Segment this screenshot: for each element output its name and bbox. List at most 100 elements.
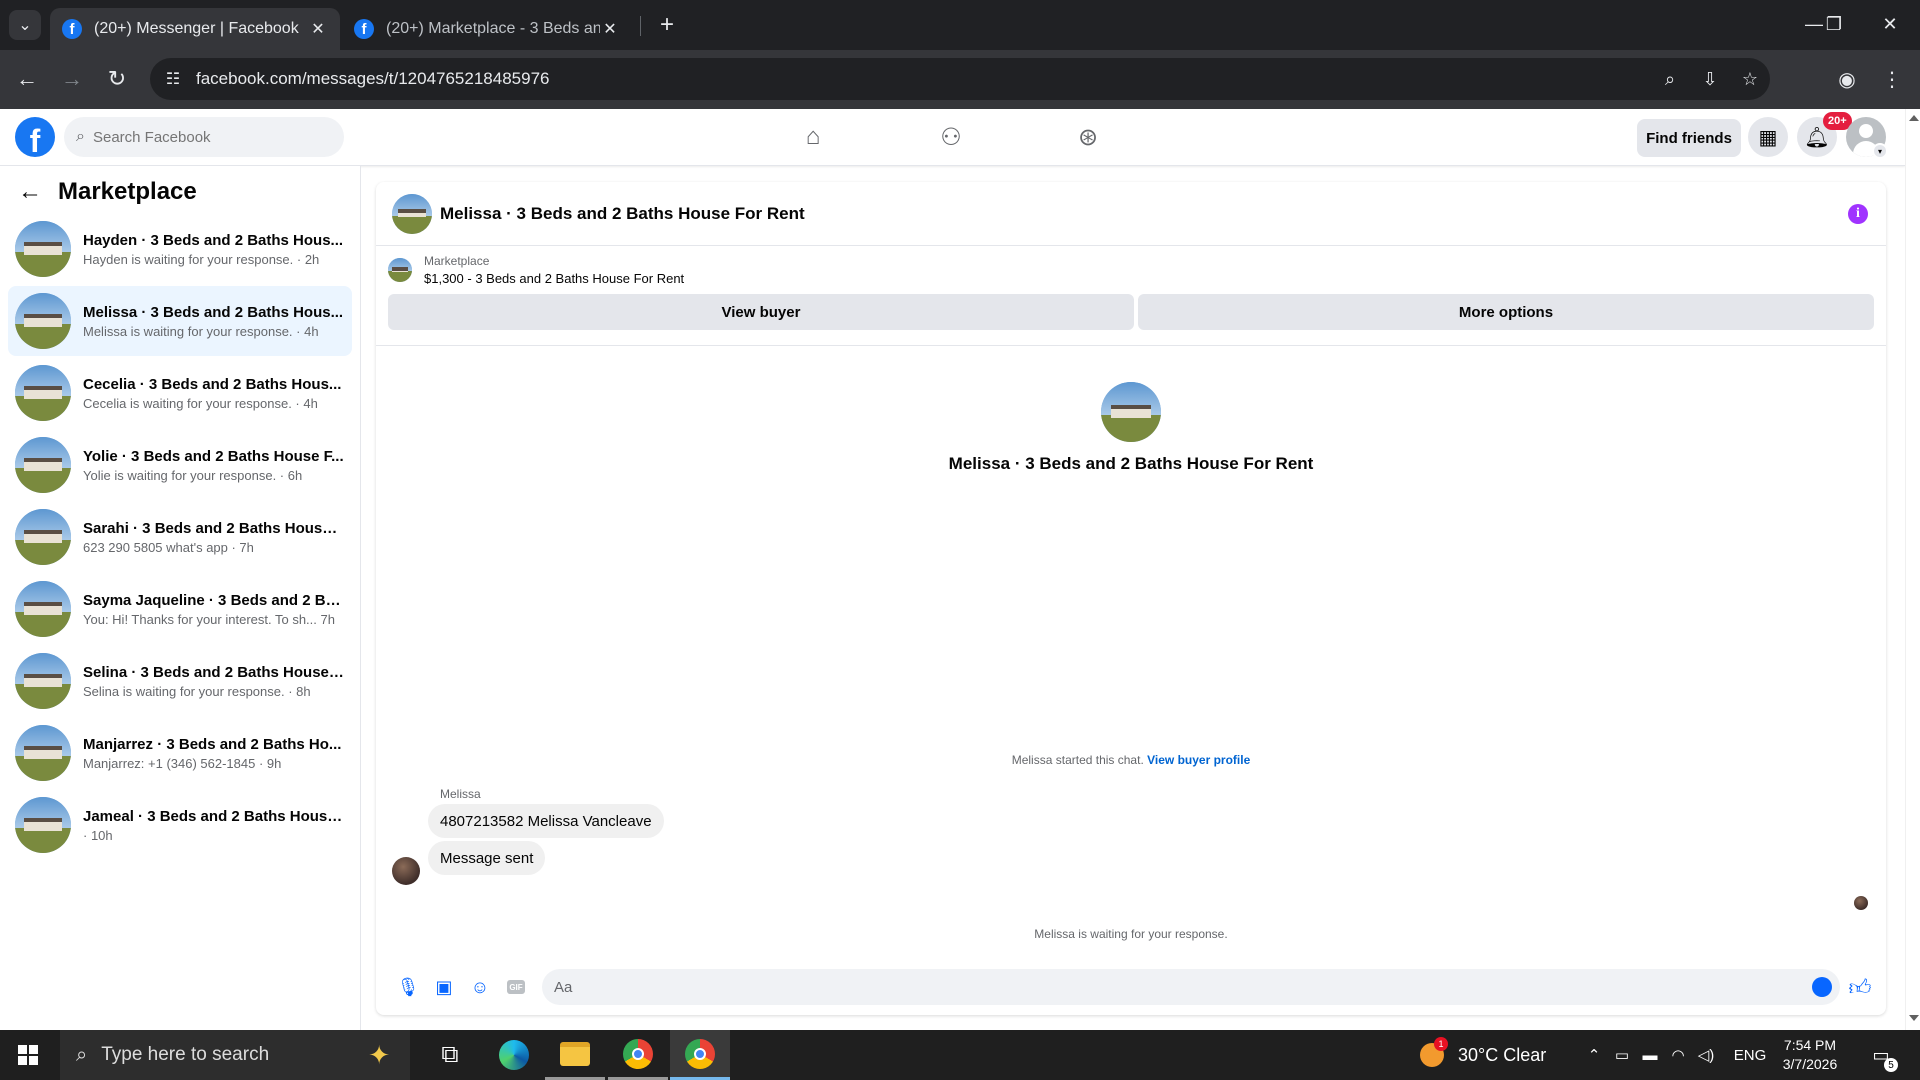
address-bar[interactable]: ☷ facebook.com/messages/t/12047652184859… (150, 58, 1770, 100)
wifi-icon[interactable]: ◠ (1664, 1046, 1692, 1064)
conversation-sidebar: ← Marketplace Hayden · 3 Beds and 2 Bath… (0, 166, 361, 1030)
waiting-notice: Melissa is waiting for your response. (1034, 927, 1228, 941)
maximize-button[interactable]: ❐ (1804, 0, 1864, 48)
conversation-name: Hayden · 3 Beds and 2 Baths Hous... (83, 231, 344, 249)
weather-sun-icon: 1 (1420, 1037, 1448, 1067)
system-tray: ⌃ ▭ ▬ ◠ ◁) ENG (1580, 1030, 1780, 1080)
microphone-icon[interactable]: 🎙︎ (390, 969, 426, 1005)
listing-thumbnail (15, 653, 71, 709)
forward-arrow-icon[interactable]: → (55, 62, 89, 96)
edge-browser-icon[interactable] (484, 1030, 544, 1080)
listing-large-thumbnail (1101, 382, 1161, 442)
more-options-button[interactable]: More options (1138, 294, 1874, 330)
sticker-icon[interactable]: ☺ (462, 969, 498, 1005)
chevron-down-icon[interactable]: ▾ (1872, 143, 1888, 159)
conversation-item[interactable]: Sarahi · 3 Beds and 2 Baths House ... 623… (8, 502, 352, 572)
browser-tab-messenger[interactable]: f (20+) Messenger | Facebook ✕ (50, 8, 340, 50)
emoji-icon[interactable] (1812, 977, 1832, 997)
friends-icon[interactable]: ⚇ (928, 115, 974, 159)
message-input[interactable]: Aa (542, 969, 1840, 1005)
taskbar-search[interactable]: ⌕ Type here to search ✦ (60, 1030, 410, 1080)
taskbar-search-placeholder: Type here to search (101, 1044, 270, 1065)
thumbs-up-icon[interactable]: 👍︎ (1840, 974, 1880, 1001)
chat-title[interactable]: Melissa · 3 Beds and 2 Baths House For R… (440, 204, 805, 224)
photo-icon[interactable]: ▣ (426, 969, 462, 1005)
message-composer: 🎙︎ ▣ ☺ GIF Aa 👍︎ (376, 967, 1886, 1007)
find-friends-button[interactable]: Find friends (1637, 119, 1741, 157)
close-tab-icon[interactable]: ✕ (308, 19, 328, 39)
zoom-icon[interactable]: ⌕ (1650, 69, 1690, 90)
windows-start-icon[interactable] (18, 1045, 38, 1065)
back-arrow-icon[interactable]: ← (18, 178, 42, 206)
reload-icon[interactable]: ↻ (100, 62, 134, 96)
conversation-item[interactable]: Hayden · 3 Beds and 2 Baths Hous... Hayde… (8, 214, 352, 284)
conversation-item[interactable]: Cecelia · 3 Beds and 2 Baths Hous... Cece… (8, 358, 352, 428)
conversation-item[interactable]: Selina · 3 Beds and 2 Baths House ... Sel… (8, 646, 352, 716)
groups-icon[interactable]: ⊛ (1065, 115, 1111, 159)
scroll-down-icon[interactable] (1909, 1015, 1919, 1021)
conversation-item[interactable]: Manjarrez · 3 Beds and 2 Baths Ho... Manj… (8, 718, 352, 788)
view-buyer-button[interactable]: View buyer (388, 294, 1134, 330)
system-clock[interactable]: 7:54 PM 3/7/2026 (1770, 1036, 1850, 1074)
chrome-profile-a-icon[interactable] (608, 1030, 668, 1080)
search-icon: ⌕ (76, 128, 85, 145)
page-scrollbar[interactable] (1905, 109, 1920, 1030)
sender-avatar[interactable] (392, 857, 420, 885)
info-icon[interactable]: i (1848, 204, 1868, 224)
new-tab-button[interactable]: + (652, 10, 682, 40)
file-explorer-icon[interactable] (545, 1030, 605, 1080)
volume-icon[interactable]: ◁) (1692, 1046, 1720, 1064)
scroll-up-icon[interactable] (1909, 115, 1919, 121)
search-input[interactable] (92, 128, 293, 146)
url-text[interactable]: facebook.com/messages/t/1204765218485976 (196, 69, 1650, 89)
back-arrow-icon[interactable]: ← (10, 62, 44, 96)
tab-title: (20+) Marketplace - 3 Beds and (386, 20, 600, 37)
gif-icon[interactable]: GIF (498, 969, 534, 1005)
conversation-item[interactable]: Melissa · 3 Beds and 2 Baths Hous... Meli… (8, 286, 352, 356)
chat-header: Melissa · 3 Beds and 2 Baths House For R… (376, 182, 1886, 246)
marketplace-banner: Marketplace $1,300 - 3 Beds and 2 Baths … (376, 246, 1886, 346)
message-bubble[interactable]: 4807213582 Melissa Vancleave (428, 804, 664, 838)
bookmark-star-icon[interactable]: ☆ (1730, 69, 1770, 90)
conversation-item[interactable]: Sayma Jaqueline · 3 Beds and 2 Ba... You:… (8, 574, 352, 644)
weather-widget[interactable]: 1 30°C Clear (1420, 1030, 1546, 1080)
listing-thumbnail[interactable] (392, 193, 432, 234)
conversation-preview: You: Hi! Thanks for your interest. To sh… (83, 611, 335, 627)
install-app-icon[interactable]: ⇩ (1690, 69, 1730, 90)
listing-info[interactable]: Marketplace $1,300 - 3 Beds and 2 Baths … (388, 254, 684, 286)
show-hidden-icons-chevron-icon[interactable]: ⌃ (1580, 1046, 1608, 1064)
task-view-icon[interactable]: ⧉ (420, 1030, 480, 1080)
site-settings-icon[interactable]: ☷ (150, 69, 196, 89)
message-bubble[interactable]: Message sent (428, 841, 546, 875)
tab-search-chevron-icon[interactable]: ⌄ (9, 10, 41, 40)
conversation-item[interactable]: Yolie · 3 Beds and 2 Baths House F... Yol… (8, 430, 352, 500)
close-tab-icon[interactable]: ✕ (600, 19, 620, 39)
view-buyer-profile-link[interactable]: View buyer profile (1147, 753, 1250, 767)
meet-now-icon[interactable]: ▭ (1608, 1046, 1636, 1064)
conversation-preview: 623 290 5805 what's app · 7h (83, 539, 254, 555)
facebook-header: f ⌕ ⌂ ⚇ ⊛ Find friends ▦ 🔔︎ 20+ ▾ (0, 109, 1905, 166)
facebook-search[interactable]: ⌕ (64, 117, 344, 157)
home-icon[interactable]: ⌂ (790, 115, 836, 159)
conversation-name: Selina · 3 Beds and 2 Baths House ... (83, 663, 345, 681)
menu-kebab-icon[interactable]: ⋮ (1875, 62, 1909, 96)
battery-icon[interactable]: ▬ (1636, 1047, 1664, 1064)
chrome-active-icon[interactable] (670, 1030, 730, 1080)
facebook-logo-icon[interactable]: f (15, 117, 55, 157)
browser-toolbar: ← → ↻ ☷ facebook.com/messages/t/12047652… (0, 50, 1920, 109)
conversation-preview: Manjarrez: +1 (346) 562-1845 · 9h (83, 755, 282, 771)
close-window-button[interactable]: ✕ (1860, 0, 1920, 48)
browser-tab-strip: ⌄ f (20+) Messenger | Facebook ✕ f (20+)… (0, 0, 1920, 50)
conversation-name: Jameal · 3 Beds and 2 Baths House... (83, 807, 345, 825)
conversation-item[interactable]: Jameal · 3 Beds and 2 Baths House... · 10… (8, 790, 352, 860)
facebook-favicon-icon: f (62, 19, 82, 39)
notification-center-icon[interactable]: ▭ 5 (1868, 1042, 1898, 1072)
menu-grid-icon[interactable]: ▦ (1748, 117, 1788, 157)
chat-started-notice: Melissa started this chat. View buyer pr… (376, 753, 1886, 767)
conversation-preview: Cecelia is waiting for your response. · … (83, 395, 318, 411)
search-highlight-icon: ✦ (368, 1040, 390, 1070)
profile-icon[interactable]: ◉ (1830, 62, 1864, 96)
chat-intro: Melissa · 3 Beds and 2 Baths House For R… (376, 382, 1886, 474)
browser-tab-marketplace[interactable]: f (20+) Marketplace - 3 Beds and ✕ (342, 8, 632, 50)
conversation-name: Yolie · 3 Beds and 2 Baths House F... (83, 447, 344, 465)
